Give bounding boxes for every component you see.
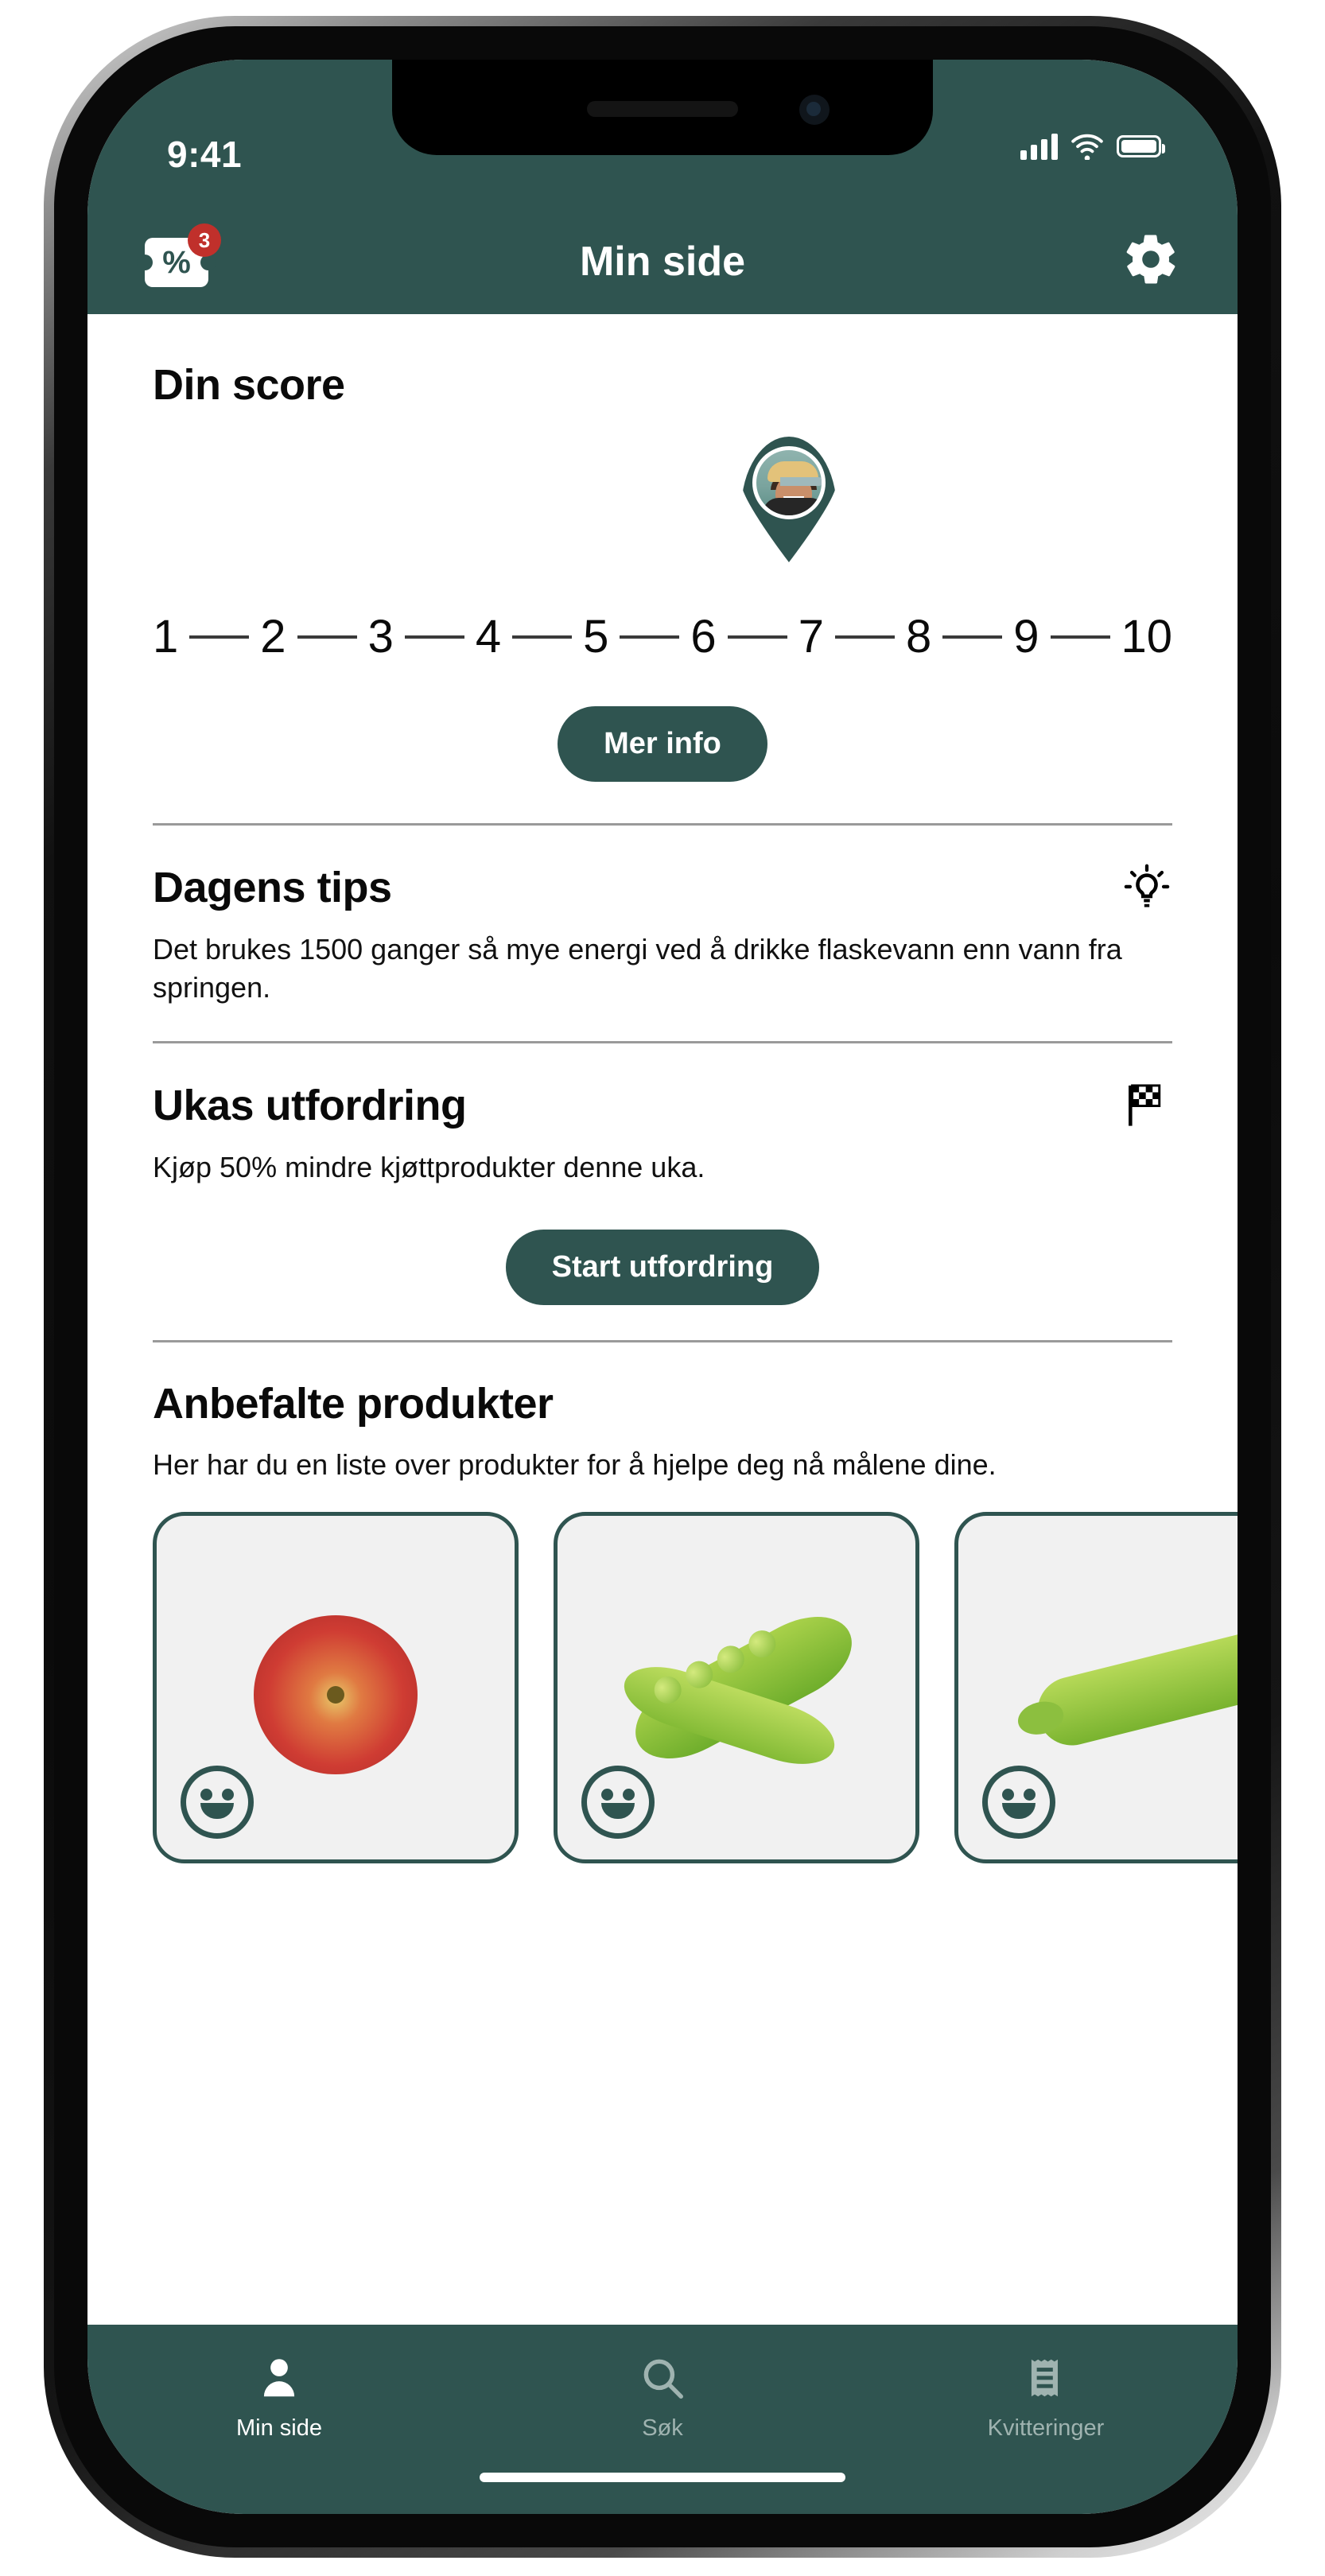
score-step: 4 — [475, 611, 502, 662]
device-notch — [392, 60, 933, 155]
scale-dash — [404, 635, 464, 639]
scale-dash — [942, 635, 1003, 639]
daily-tip-section: Dagens tips Det brukes 1500 ganger så my… — [153, 826, 1172, 1041]
map-pin-avatar-icon — [741, 437, 837, 562]
product-card-peapod-2[interactable] — [954, 1512, 1238, 1864]
page-title: Min side — [579, 239, 746, 285]
scale-dash — [620, 635, 680, 639]
score-step: 2 — [260, 611, 286, 662]
person-icon — [263, 2359, 295, 2397]
tab-min-side[interactable]: Min side — [180, 2353, 379, 2442]
settings-button[interactable] — [1121, 230, 1180, 289]
daily-tip-header: Dagens tips — [153, 862, 1172, 913]
scale-dash — [727, 635, 787, 639]
recommended-products-section: Anbefalte produkter Her har du en liste … — [153, 1342, 1238, 1899]
tab-kvitteringer[interactable]: Kvitteringer — [946, 2353, 1145, 2442]
main-content: Din score 1 2 3 4 5 6 7 8 9 10 Mer info … — [87, 314, 1238, 2325]
lightbulb-icon — [1124, 864, 1170, 907]
phone-screen: 9:41 % 3 Min side Din score 1 2 3 4 5 6 … — [87, 60, 1238, 2514]
tab-label: Min side — [236, 2415, 322, 2441]
phone-device-frame: 9:41 % 3 Min side Din score 1 2 3 4 5 6 … — [44, 16, 1281, 2558]
daily-tip-body: Det brukes 1500 ganger så mye energi ved… — [153, 933, 1122, 1004]
avatar-cap-brim — [779, 477, 822, 486]
scale-dash — [189, 635, 250, 639]
phone-bezel: 9:41 % 3 Min side Din score 1 2 3 4 5 6 … — [54, 26, 1271, 2547]
search-icon — [643, 2359, 683, 2399]
score-step: 3 — [367, 611, 394, 662]
avatar — [752, 446, 826, 519]
more-info-button[interactable]: Mer info — [558, 706, 767, 782]
status-bar-indicators — [1020, 133, 1165, 160]
earpiece-speaker — [587, 101, 738, 117]
status-bar-time: 9:41 — [167, 134, 243, 175]
score-step: 5 — [583, 611, 609, 662]
score-step: 6 — [690, 611, 717, 662]
scale-dash — [834, 635, 895, 639]
tab-label: Søk — [642, 2415, 683, 2441]
score-section: Din score 1 2 3 4 5 6 7 8 9 10 Mer info — [153, 314, 1172, 782]
score-title: Din score — [153, 361, 345, 409]
daily-tip-title: Dagens tips — [153, 864, 392, 911]
gear-icon — [1126, 235, 1175, 284]
recommended-products-title: Anbefalte produkter — [153, 1379, 554, 1428]
product-carousel[interactable] — [153, 1512, 1238, 1864]
smiley-face-icon — [181, 1766, 254, 1840]
product-card-peapod[interactable] — [554, 1512, 919, 1864]
tab-sok[interactable]: Søk — [563, 2353, 762, 2442]
score-marker-area — [153, 437, 1172, 604]
front-camera — [799, 95, 830, 125]
score-scale[interactable]: 1 2 3 4 5 6 7 8 9 10 — [153, 610, 1172, 663]
battery-icon — [1117, 135, 1165, 157]
score-step: 8 — [905, 611, 932, 662]
home-indicator[interactable] — [480, 2473, 845, 2482]
wifi-icon — [1071, 134, 1103, 160]
apple-icon — [254, 1614, 418, 1774]
score-step: 7 — [798, 611, 824, 662]
tab-label: Kvitteringer — [987, 2415, 1105, 2441]
scale-dash — [1050, 635, 1110, 639]
smiley-face-icon — [982, 1766, 1055, 1840]
receipt-icon — [1031, 2359, 1058, 2397]
score-step: 10 — [1121, 611, 1173, 662]
scale-dash — [297, 635, 357, 639]
app-header: % 3 Min side — [87, 209, 1238, 314]
weekly-challenge-title: Ukas utfordring — [153, 1082, 467, 1130]
weekly-challenge-section: Ukas utfordring Kjøp 50% mindre kjøttpro… — [153, 1043, 1172, 1340]
weekly-challenge-body: Kjøp 50% mindre kjøttprodukter denne uka… — [153, 1151, 705, 1184]
start-challenge-button[interactable]: Start utfordring — [505, 1229, 820, 1305]
pea-pod-icon-3 — [1030, 1622, 1238, 1753]
bottom-tab-bar: Min side Søk Kvitteringer — [87, 2325, 1238, 2514]
scale-dash — [512, 635, 573, 639]
checkered-flag-icon — [1129, 1084, 1161, 1126]
score-step: 1 — [153, 611, 179, 662]
score-step: 9 — [1013, 611, 1039, 662]
recommended-products-body: Her har du en liste over produkter for å… — [153, 1447, 997, 1481]
screenshot-root: 9:41 % 3 Min side Din score 1 2 3 4 5 6 … — [0, 0, 1325, 2576]
weekly-challenge-header: Ukas utfordring — [153, 1080, 1172, 1131]
signal-bars-icon — [1020, 133, 1058, 160]
smiley-face-icon — [581, 1766, 655, 1840]
product-card-apple[interactable] — [153, 1512, 519, 1864]
